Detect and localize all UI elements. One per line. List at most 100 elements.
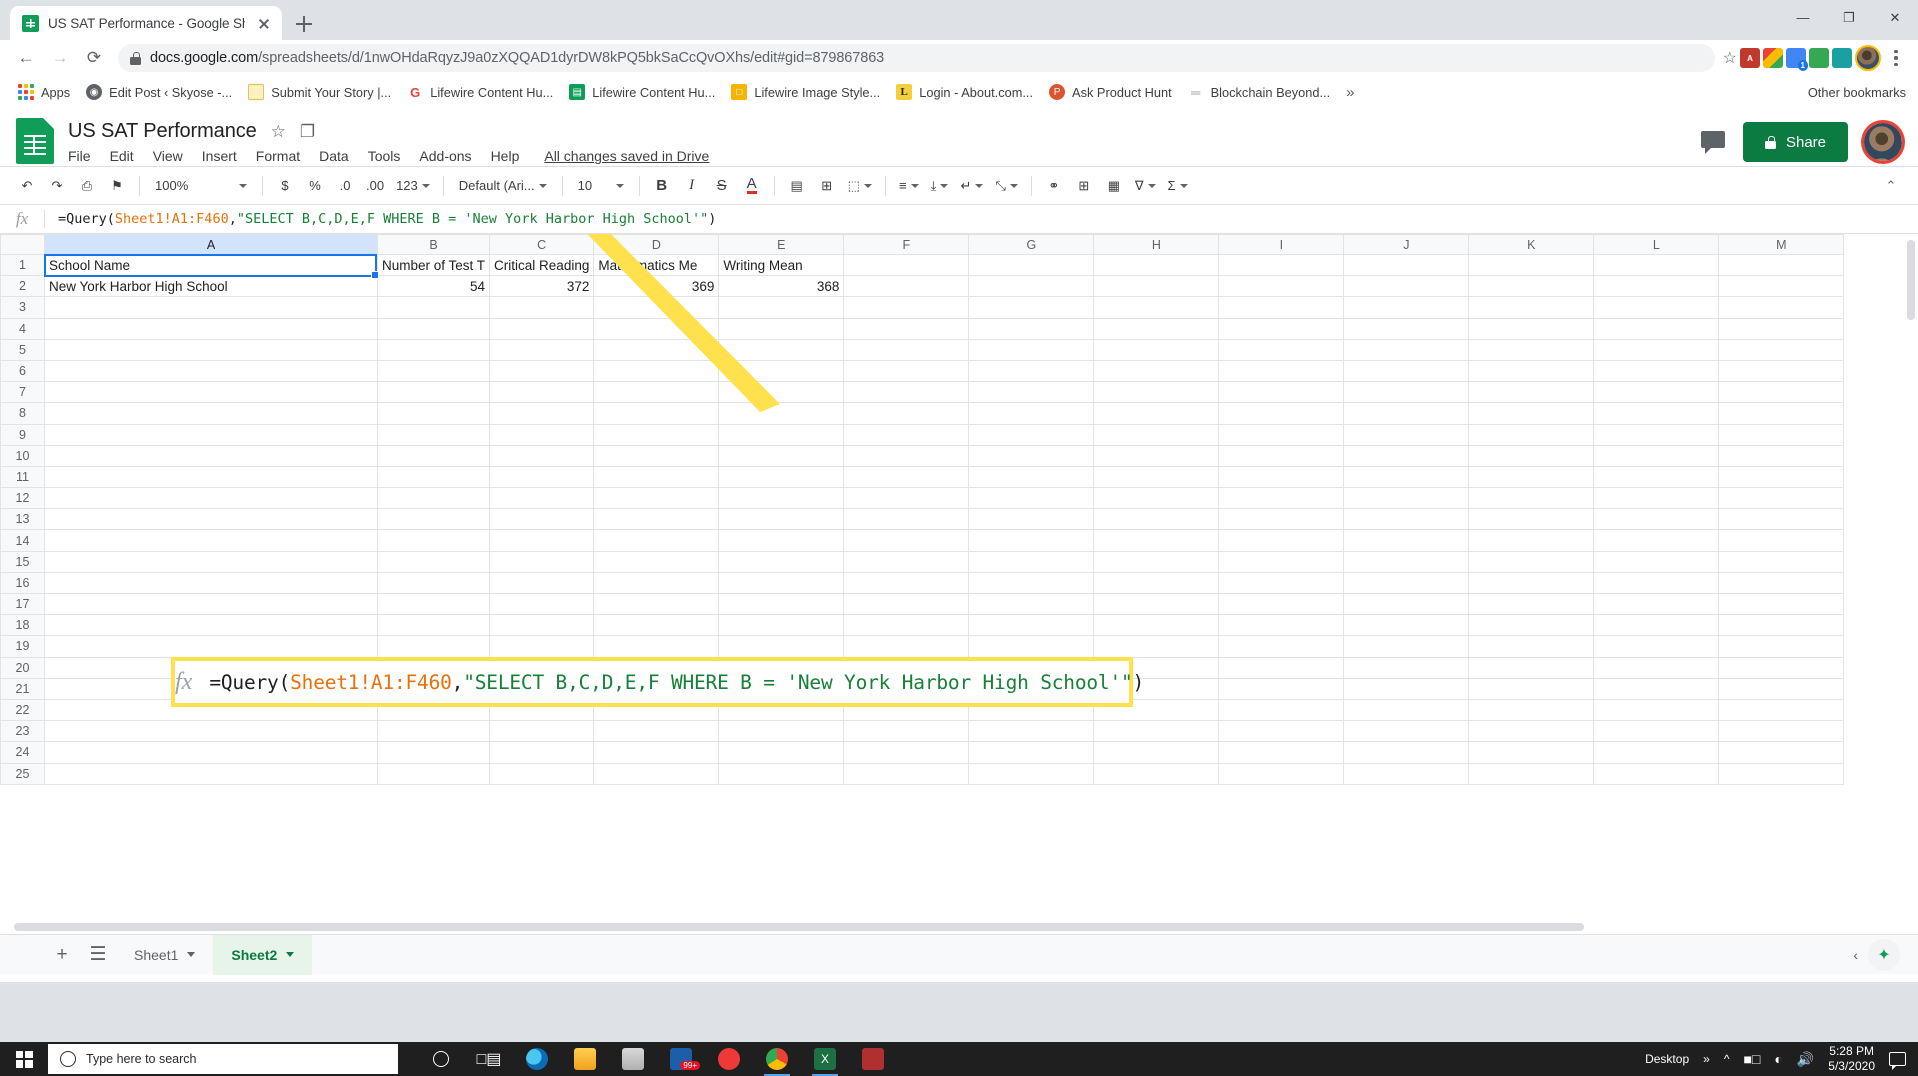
add-sheet-button[interactable]: +: [44, 935, 80, 975]
cell-D25[interactable]: [593, 762, 720, 785]
vivaldi-button[interactable]: [708, 1042, 750, 1076]
cell-D3[interactable]: [593, 296, 720, 319]
cell-C25[interactable]: [489, 762, 595, 785]
avatar[interactable]: [1864, 123, 1902, 161]
cell-B18[interactable]: [376, 614, 491, 637]
cell-A15[interactable]: [44, 550, 378, 573]
cell-J25[interactable]: [1343, 762, 1470, 785]
bookmark-edit-post[interactable]: ◉ Edit Post ‹ Skyose -...: [78, 81, 240, 103]
cell-F7[interactable]: [843, 381, 970, 404]
cell-K9[interactable]: [1468, 423, 1595, 446]
cell-B16[interactable]: [376, 571, 491, 595]
address-bar[interactable]: docs.google.com/spreadsheets/d/1nwOHdaRq…: [118, 44, 1715, 72]
cell-D9[interactable]: [593, 423, 720, 446]
cell-J12[interactable]: [1343, 487, 1470, 510]
cell-M17[interactable]: [1718, 592, 1845, 616]
cell-E5[interactable]: [718, 338, 845, 361]
row-header-2[interactable]: 2: [0, 275, 45, 298]
column-header-C[interactable]: C: [489, 234, 595, 255]
cell-K7[interactable]: [1468, 381, 1595, 404]
scrollbar-thumb[interactable]: [1907, 240, 1915, 320]
cell-A13[interactable]: [44, 508, 378, 531]
row-header-20[interactable]: 20: [0, 656, 45, 679]
column-header-B[interactable]: B: [376, 234, 491, 255]
cell-D14[interactable]: [593, 529, 720, 552]
cell-M13[interactable]: [1718, 508, 1845, 531]
cell-G24[interactable]: [968, 741, 1095, 764]
row-header-8[interactable]: 8: [0, 402, 45, 425]
cell-L17[interactable]: [1593, 592, 1720, 616]
cell-G8[interactable]: [968, 402, 1095, 425]
row-header-7[interactable]: 7: [0, 381, 45, 404]
row-header-24[interactable]: 24: [0, 741, 45, 764]
row-header-15[interactable]: 15: [0, 550, 45, 573]
green-extension-icon[interactable]: [1809, 48, 1829, 68]
cell-L19[interactable]: [1593, 635, 1720, 658]
close-tab-icon[interactable]: [254, 13, 274, 33]
cell-D7[interactable]: [593, 381, 720, 404]
cell-K18[interactable]: [1468, 614, 1595, 637]
cell-G9[interactable]: [968, 423, 1095, 446]
cell-D13[interactable]: [593, 508, 720, 531]
cell-M22[interactable]: [1718, 698, 1845, 722]
row-header-13[interactable]: 13: [0, 508, 45, 531]
cell-H4[interactable]: [1093, 317, 1220, 340]
cell-B2[interactable]: 54: [376, 275, 491, 298]
cell-A7[interactable]: [44, 381, 378, 404]
row-header-6[interactable]: 6: [0, 359, 45, 383]
collapse-toolbar-button[interactable]: ⌃: [1876, 171, 1906, 201]
browser-tab[interactable]: US SAT Performance - Google Sh: [10, 6, 282, 40]
cell-L9[interactable]: [1593, 423, 1720, 446]
cell-J7[interactable]: [1343, 381, 1470, 404]
menu-file[interactable]: File: [68, 148, 91, 164]
cell-F3[interactable]: [843, 296, 970, 319]
tray-overflow-icon[interactable]: »: [1703, 1052, 1710, 1066]
new-tab-button[interactable]: [288, 8, 320, 40]
collapse-sheets-icon[interactable]: ‹: [1853, 947, 1858, 963]
cell-J13[interactable]: [1343, 508, 1470, 531]
menu-addons[interactable]: Add-ons: [419, 148, 471, 164]
cell-A3[interactable]: [44, 296, 378, 319]
cell-A5[interactable]: [44, 338, 378, 361]
cell-B14[interactable]: [376, 529, 491, 552]
cell-E10[interactable]: [718, 444, 845, 467]
app-button[interactable]: [852, 1042, 894, 1076]
color-extension-icon[interactable]: [1763, 48, 1783, 68]
column-header-L[interactable]: L: [1593, 234, 1720, 255]
cell-C13[interactable]: [489, 508, 595, 531]
cell-E6[interactable]: [718, 359, 845, 383]
cell-B12[interactable]: [376, 487, 491, 510]
cell-I2[interactable]: [1218, 275, 1345, 298]
cell-E11[interactable]: [718, 465, 845, 489]
cell-J15[interactable]: [1343, 550, 1470, 573]
cell-E13[interactable]: [718, 508, 845, 531]
cell-M21[interactable]: [1718, 677, 1845, 700]
bookmark-ask-product-hunt[interactable]: P Ask Product Hunt: [1041, 81, 1180, 103]
print-button[interactable]: ⎙: [72, 171, 102, 201]
cell-M24[interactable]: [1718, 741, 1845, 764]
cell-G4[interactable]: [968, 317, 1095, 340]
spreadsheet-grid[interactable]: A B C D E F G H I J K L M 1 School Name: [0, 234, 1918, 934]
cell-G7[interactable]: [968, 381, 1095, 404]
cell-M15[interactable]: [1718, 550, 1845, 573]
cell-F19[interactable]: [843, 635, 970, 658]
chrome-menu-icon[interactable]: [1884, 49, 1908, 67]
column-header-J[interactable]: J: [1343, 234, 1470, 255]
font-selector[interactable]: Default (Ari...: [451, 171, 555, 201]
cell-L12[interactable]: [1593, 487, 1720, 510]
cell-A11[interactable]: [44, 465, 378, 489]
cell-I1[interactable]: [1218, 253, 1345, 277]
cell-J2[interactable]: [1343, 275, 1470, 298]
excel-button[interactable]: X: [804, 1042, 846, 1076]
cell-B15[interactable]: [376, 550, 491, 573]
cell-C18[interactable]: [489, 614, 595, 637]
cell-C2[interactable]: 372: [489, 275, 595, 298]
row-header-4[interactable]: 4: [0, 317, 45, 340]
cell-B8[interactable]: [376, 402, 491, 425]
cell-I5[interactable]: [1218, 338, 1345, 361]
filter-button[interactable]: ∇: [1129, 171, 1162, 201]
document-title[interactable]: US SAT Performance: [68, 120, 257, 143]
cell-H5[interactable]: [1093, 338, 1220, 361]
cell-G6[interactable]: [968, 359, 1095, 383]
row-header-3[interactable]: 3: [0, 296, 45, 319]
